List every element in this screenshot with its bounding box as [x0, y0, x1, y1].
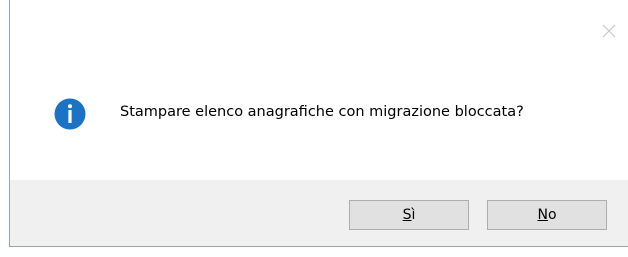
- no-button-label: No: [537, 207, 557, 223]
- dialog-message: Stampare elenco anagrafiche con migrazio…: [120, 104, 524, 120]
- info-icon: [54, 98, 86, 130]
- no-button[interactable]: No: [487, 200, 607, 230]
- dialog-footer: Sì No: [10, 180, 628, 246]
- yes-button-label: Sì: [402, 207, 416, 223]
- yes-button[interactable]: Sì: [349, 200, 469, 230]
- dialog-content: Stampare elenco anagrafiche con migrazio…: [10, 0, 628, 180]
- close-button[interactable]: [598, 20, 620, 42]
- message-dialog: Stampare elenco anagrafiche con migrazio…: [9, 0, 628, 247]
- close-icon: [602, 24, 616, 38]
